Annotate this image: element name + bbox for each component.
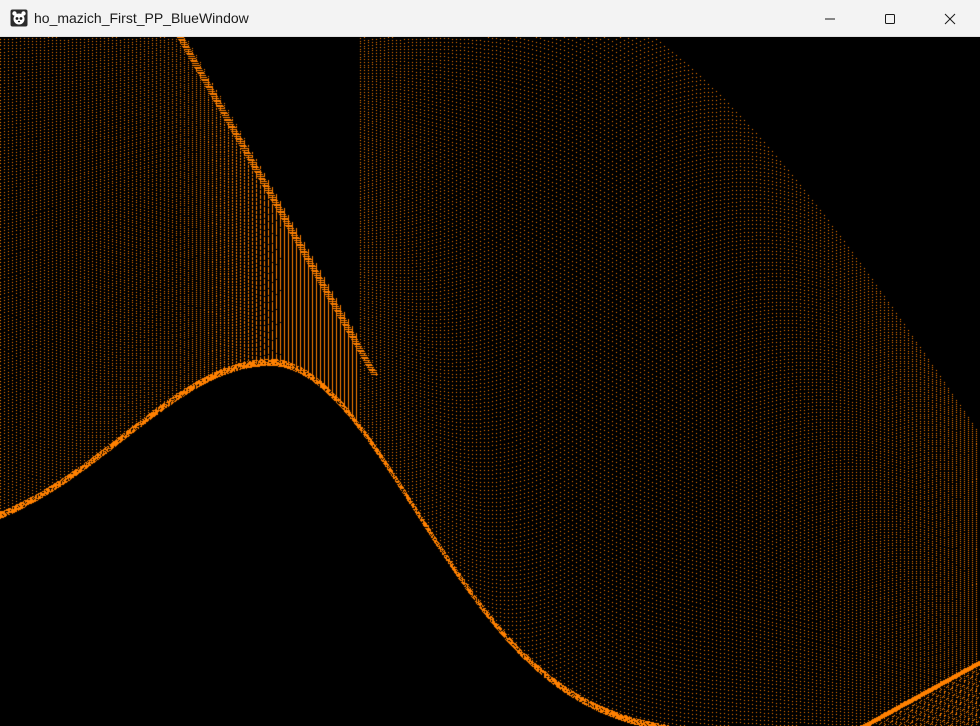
render-canvas-area[interactable] [0, 37, 980, 726]
maximize-button[interactable] [860, 0, 920, 37]
minimize-button[interactable] [800, 0, 860, 37]
minimize-icon [824, 13, 836, 25]
window-title: ho_mazich_First_PP_BlueWindow [34, 10, 249, 26]
app-window: ho_mazich_First_PP_BlueWindow [0, 0, 980, 726]
maximize-icon [884, 13, 896, 25]
dot-pattern-canvas [0, 37, 980, 726]
close-icon [944, 13, 956, 25]
panda-icon [10, 9, 28, 27]
window-controls [800, 0, 980, 37]
close-button[interactable] [920, 0, 980, 37]
title-bar[interactable]: ho_mazich_First_PP_BlueWindow [0, 0, 980, 37]
